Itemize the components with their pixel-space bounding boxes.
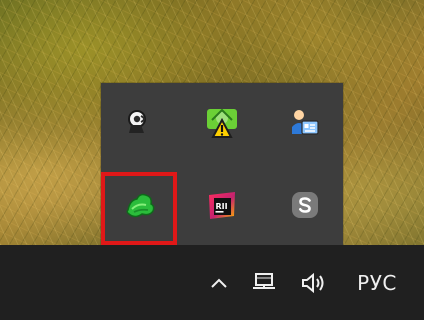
volume-icon[interactable] — [294, 245, 334, 320]
language-indicator[interactable]: РУС — [349, 245, 405, 320]
user-card-icon[interactable] — [275, 93, 335, 153]
rider-icon[interactable]: RII — [192, 175, 252, 235]
network-icon[interactable] — [245, 245, 283, 320]
speaker-icon[interactable] — [109, 93, 169, 153]
warning-icon[interactable] — [192, 93, 252, 153]
highlight-box — [101, 172, 177, 245]
svg-text:RII: RII — [216, 202, 228, 211]
skype-icon[interactable] — [275, 175, 335, 235]
taskbar: РУС — [0, 245, 424, 320]
chevron-up-icon[interactable] — [204, 245, 234, 320]
